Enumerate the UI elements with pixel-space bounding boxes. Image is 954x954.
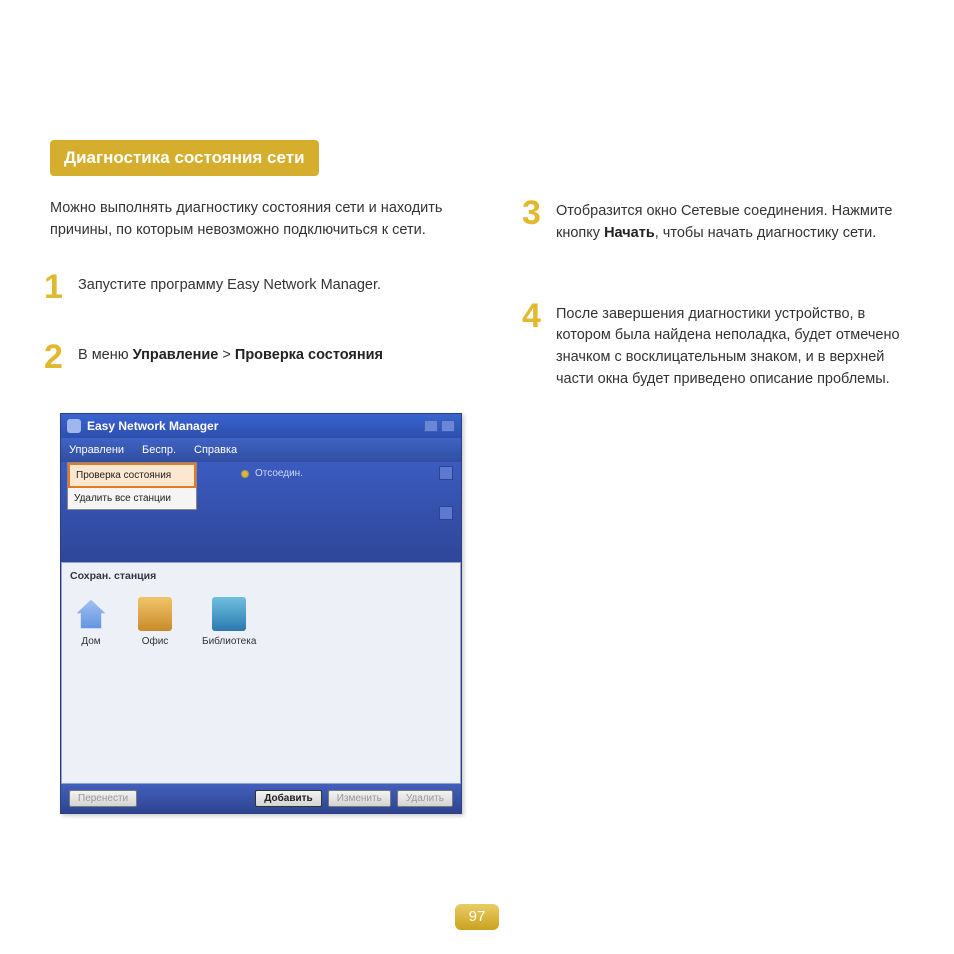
step-body: Отобразится окно Сетевые соединения. Наж… <box>556 198 910 245</box>
panel-button-icon[interactable] <box>439 506 453 520</box>
manage-dropdown: Проверка состояния Удалить все станции <box>67 462 197 510</box>
station-office[interactable]: Офис <box>138 597 172 649</box>
step-3: 3 Отобразится окно Сетевые соединения. Н… <box>522 198 910 245</box>
station-label: Офис <box>142 636 169 647</box>
saved-stations-panel: Сохран. станция Дом Офис Библиотека <box>61 562 461 784</box>
text: В меню <box>78 347 133 363</box>
status-text: Отсоедин. <box>255 466 303 481</box>
office-icon <box>138 597 172 631</box>
home-icon <box>74 597 108 631</box>
menu-manage[interactable]: Управлени <box>69 442 124 459</box>
step-body: В меню Управление > Проверка состояния <box>78 342 383 373</box>
station-label: Дом <box>81 636 100 647</box>
button-bar: Перенести Добавить Изменить Удалить <box>61 784 461 813</box>
connection-status: Отсоедин. <box>241 466 303 481</box>
bold: Начать <box>604 225 655 241</box>
dropdown-item-check-status[interactable]: Проверка состояния <box>68 463 196 488</box>
app-logo-icon <box>67 419 81 433</box>
station-label: Библиотека <box>202 636 256 647</box>
intro-text: Можно выполнять диагностику состояния се… <box>50 198 462 242</box>
move-button[interactable]: Перенести <box>69 790 137 807</box>
section-heading: Диагностика состояния сети <box>50 140 319 176</box>
step-number: 1 <box>44 272 68 303</box>
panel-button-icon[interactable] <box>439 466 453 480</box>
close-icon[interactable] <box>441 420 455 432</box>
app-upper-panel: Проверка состояния Удалить все станции О… <box>61 462 461 562</box>
bold: Управление <box>133 347 219 363</box>
left-column: Можно выполнять диагностику состояния се… <box>44 198 462 814</box>
library-icon <box>212 597 246 631</box>
step-1: 1 Запустите программу Easy Network Manag… <box>44 272 462 303</box>
bold: Проверка состояния <box>235 347 383 363</box>
dropdown-item-delete-all[interactable]: Удалить все станции <box>68 488 196 509</box>
status-dot-icon <box>241 470 249 478</box>
text: , чтобы начать диагностику сети. <box>655 225 877 241</box>
step-number: 4 <box>522 301 546 391</box>
step-4: 4 После завершения диагностики устройств… <box>522 301 910 391</box>
titlebar: Easy Network Manager <box>61 414 461 438</box>
station-home[interactable]: Дом <box>74 597 108 649</box>
right-column: 3 Отобразится окно Сетевые соединения. Н… <box>522 198 910 814</box>
menu-help[interactable]: Справка <box>194 442 237 459</box>
minimize-icon[interactable] <box>424 420 438 432</box>
menubar: Управлени Беспр. Справка <box>61 438 461 463</box>
app-window: Easy Network Manager Управлени Беспр. Сп… <box>60 413 462 814</box>
page-number: 97 <box>455 904 499 930</box>
window-title: Easy Network Manager <box>87 417 421 435</box>
delete-button[interactable]: Удалить <box>397 790 453 807</box>
step-body: Запустите программу Easy Network Manager… <box>78 272 381 303</box>
menu-wireless[interactable]: Беспр. <box>142 442 176 459</box>
step-number: 2 <box>44 342 68 373</box>
edit-button[interactable]: Изменить <box>328 790 391 807</box>
add-button[interactable]: Добавить <box>255 790 321 807</box>
step-body: После завершения диагностики устройство,… <box>556 301 910 391</box>
step-number: 3 <box>522 198 546 245</box>
step-2: 2 В меню Управление > Проверка состояния <box>44 342 462 373</box>
station-library[interactable]: Библиотека <box>202 597 256 649</box>
text: > <box>218 347 235 363</box>
saved-stations-title: Сохран. станция <box>70 569 452 585</box>
